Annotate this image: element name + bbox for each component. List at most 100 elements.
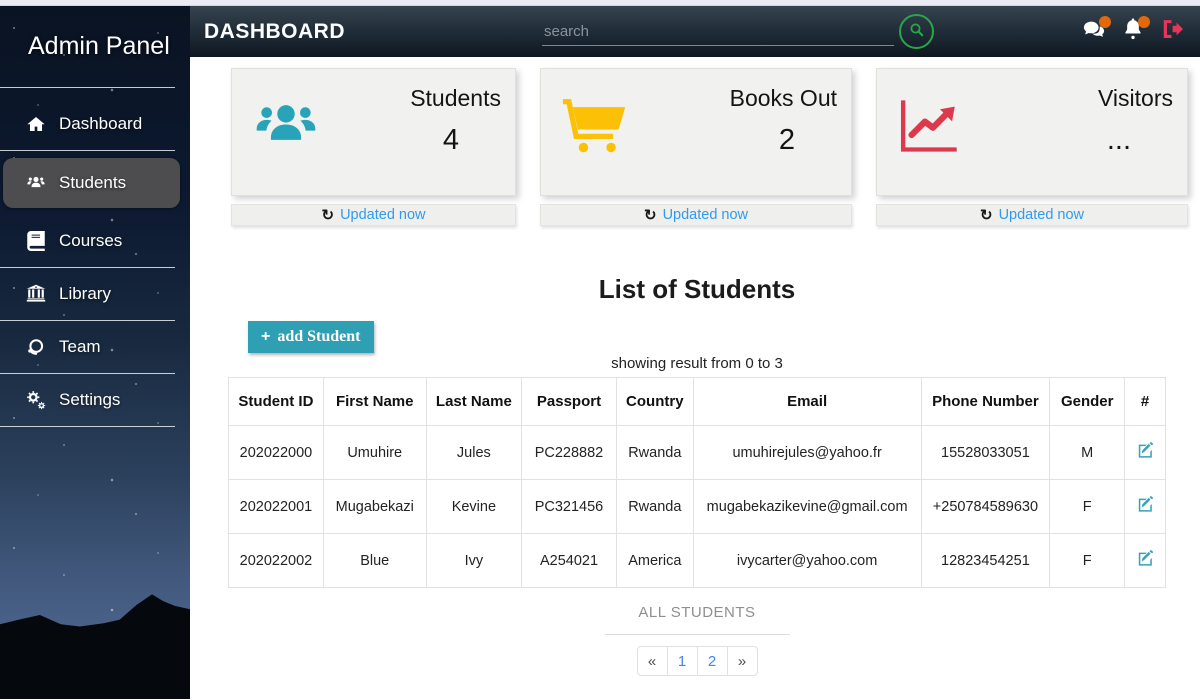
edit-icon	[1137, 442, 1154, 463]
card-value: 2	[639, 124, 839, 157]
notification-badge	[1099, 16, 1111, 28]
cell-student-id: 202022002	[229, 534, 324, 588]
sidebar-item-label: Dashboard	[59, 114, 142, 134]
updated-now-link[interactable]: Updated now	[999, 207, 1084, 223]
home-icon	[26, 114, 46, 134]
search-input[interactable]	[542, 18, 894, 46]
gears-icon	[26, 390, 46, 410]
cell-first-name: Umuhire	[323, 426, 426, 480]
cell-country: Rwanda	[616, 480, 693, 534]
all-students-label: ALL STUDENTS	[228, 604, 1166, 621]
divider	[0, 426, 175, 427]
col-student-id: Student ID	[229, 378, 324, 426]
table-row: 202022001 Mugabekazi Kevine PC321456 Rwa…	[229, 480, 1166, 534]
sidebar-item-library[interactable]: Library	[0, 268, 190, 320]
card-value: 4	[330, 124, 503, 157]
main-area: DASHBOARD	[190, 6, 1200, 699]
col-actions: #	[1125, 378, 1166, 426]
top-bar: DASHBOARD	[190, 6, 1200, 57]
cell-country: America	[616, 534, 693, 588]
sidebar-item-dashboard[interactable]: Dashboard	[0, 98, 190, 150]
card-title: Visitors	[975, 85, 1175, 112]
search-button[interactable]	[899, 14, 934, 49]
pagination-page-1[interactable]: 1	[667, 646, 698, 676]
edit-row-button[interactable]	[1137, 496, 1154, 517]
search-icon	[908, 21, 926, 42]
sidebar-item-settings[interactable]: Settings	[0, 374, 190, 426]
cell-passport: PC228882	[522, 426, 617, 480]
cell-last-name: Kevine	[426, 480, 521, 534]
logout-button[interactable]	[1160, 20, 1184, 44]
messages-button[interactable]	[1082, 20, 1106, 44]
app-title: Admin Panel	[0, 6, 190, 61]
table-row: 202022000 Umuhire Jules PC228882 Rwanda …	[229, 426, 1166, 480]
updated-now-strip: ↻ Updated now	[540, 204, 852, 226]
notification-badge	[1138, 16, 1150, 28]
users-icon	[252, 85, 330, 183]
pagination-next-button[interactable]: »	[727, 646, 758, 676]
dashboard-content: Students 4 Books Out 2	[190, 57, 1200, 676]
pagination-prev-button[interactable]: «	[637, 646, 668, 676]
visitors-stat-card[interactable]: Visitors ...	[876, 68, 1188, 196]
col-email: Email	[693, 378, 921, 426]
students-section: List of Students + add Student showing r…	[228, 274, 1166, 676]
sidebar-item-label: Settings	[59, 390, 120, 410]
refresh-icon: ↻	[980, 208, 993, 223]
cell-phone: 12823454251	[921, 534, 1050, 588]
books-out-stat-card[interactable]: Books Out 2	[540, 68, 852, 196]
sidebar-item-label: Library	[59, 284, 111, 304]
cell-country: Rwanda	[616, 426, 693, 480]
sidebar: Admin Panel Dashboard	[0, 6, 190, 699]
edit-row-button[interactable]	[1137, 442, 1154, 463]
updated-now-link[interactable]: Updated now	[663, 207, 748, 223]
cell-email: mugabekazikevine@gmail.com	[693, 480, 921, 534]
cell-last-name: Jules	[426, 426, 521, 480]
col-last-name: Last Name	[426, 378, 521, 426]
plus-icon: +	[261, 328, 270, 346]
students-stat-card[interactable]: Students 4	[231, 68, 516, 196]
add-student-button[interactable]: + add Student	[248, 321, 374, 353]
topbar-icon-group	[1082, 20, 1184, 44]
divider	[0, 150, 175, 151]
card-title: Students	[330, 85, 503, 112]
sidebar-item-students[interactable]: Students	[3, 158, 180, 208]
table-row: 202022002 Blue Ivy A254021 America ivyca…	[229, 534, 1166, 588]
app-window: Admin Panel Dashboard	[0, 6, 1200, 699]
cell-student-id: 202022000	[229, 426, 324, 480]
sidebar-item-team[interactable]: Team	[0, 321, 190, 373]
headset-icon	[26, 337, 46, 357]
sidebar-item-label: Team	[59, 337, 101, 357]
col-gender: Gender	[1050, 378, 1125, 426]
logout-icon	[1161, 18, 1183, 45]
divider	[0, 87, 175, 88]
sidebar-item-label: Students	[59, 173, 126, 193]
cell-first-name: Mugabekazi	[323, 480, 426, 534]
cell-email: umuhirejules@yahoo.fr	[693, 426, 921, 480]
notifications-button[interactable]	[1121, 20, 1145, 44]
edit-row-button[interactable]	[1137, 550, 1154, 571]
updated-now-strip: ↻ Updated now	[231, 204, 516, 226]
col-first-name: First Name	[323, 378, 426, 426]
add-student-label: add Student	[277, 328, 360, 346]
chart-line-icon	[897, 85, 975, 183]
cell-last-name: Ivy	[426, 534, 521, 588]
cell-passport: PC321456	[522, 480, 617, 534]
sidebar-menu: Dashboard Students	[0, 98, 190, 427]
pagination-page-2[interactable]: 2	[697, 646, 728, 676]
book-icon	[26, 231, 46, 251]
card-value: ...	[975, 124, 1175, 157]
cell-passport: A254021	[522, 534, 617, 588]
students-table: Student ID First Name Last Name Passport…	[228, 377, 1166, 588]
edit-icon	[1137, 496, 1154, 517]
cell-gender: M	[1050, 426, 1125, 480]
cell-gender: F	[1050, 534, 1125, 588]
cell-phone: +250784589630	[921, 480, 1050, 534]
cell-student-id: 202022001	[229, 480, 324, 534]
users-icon	[26, 173, 46, 193]
col-country: Country	[616, 378, 693, 426]
updated-now-link[interactable]: Updated now	[340, 207, 425, 223]
section-heading: List of Students	[228, 274, 1166, 305]
col-passport: Passport	[522, 378, 617, 426]
sidebar-item-courses[interactable]: Courses	[0, 215, 190, 267]
sidebar-item-label: Courses	[59, 231, 122, 251]
